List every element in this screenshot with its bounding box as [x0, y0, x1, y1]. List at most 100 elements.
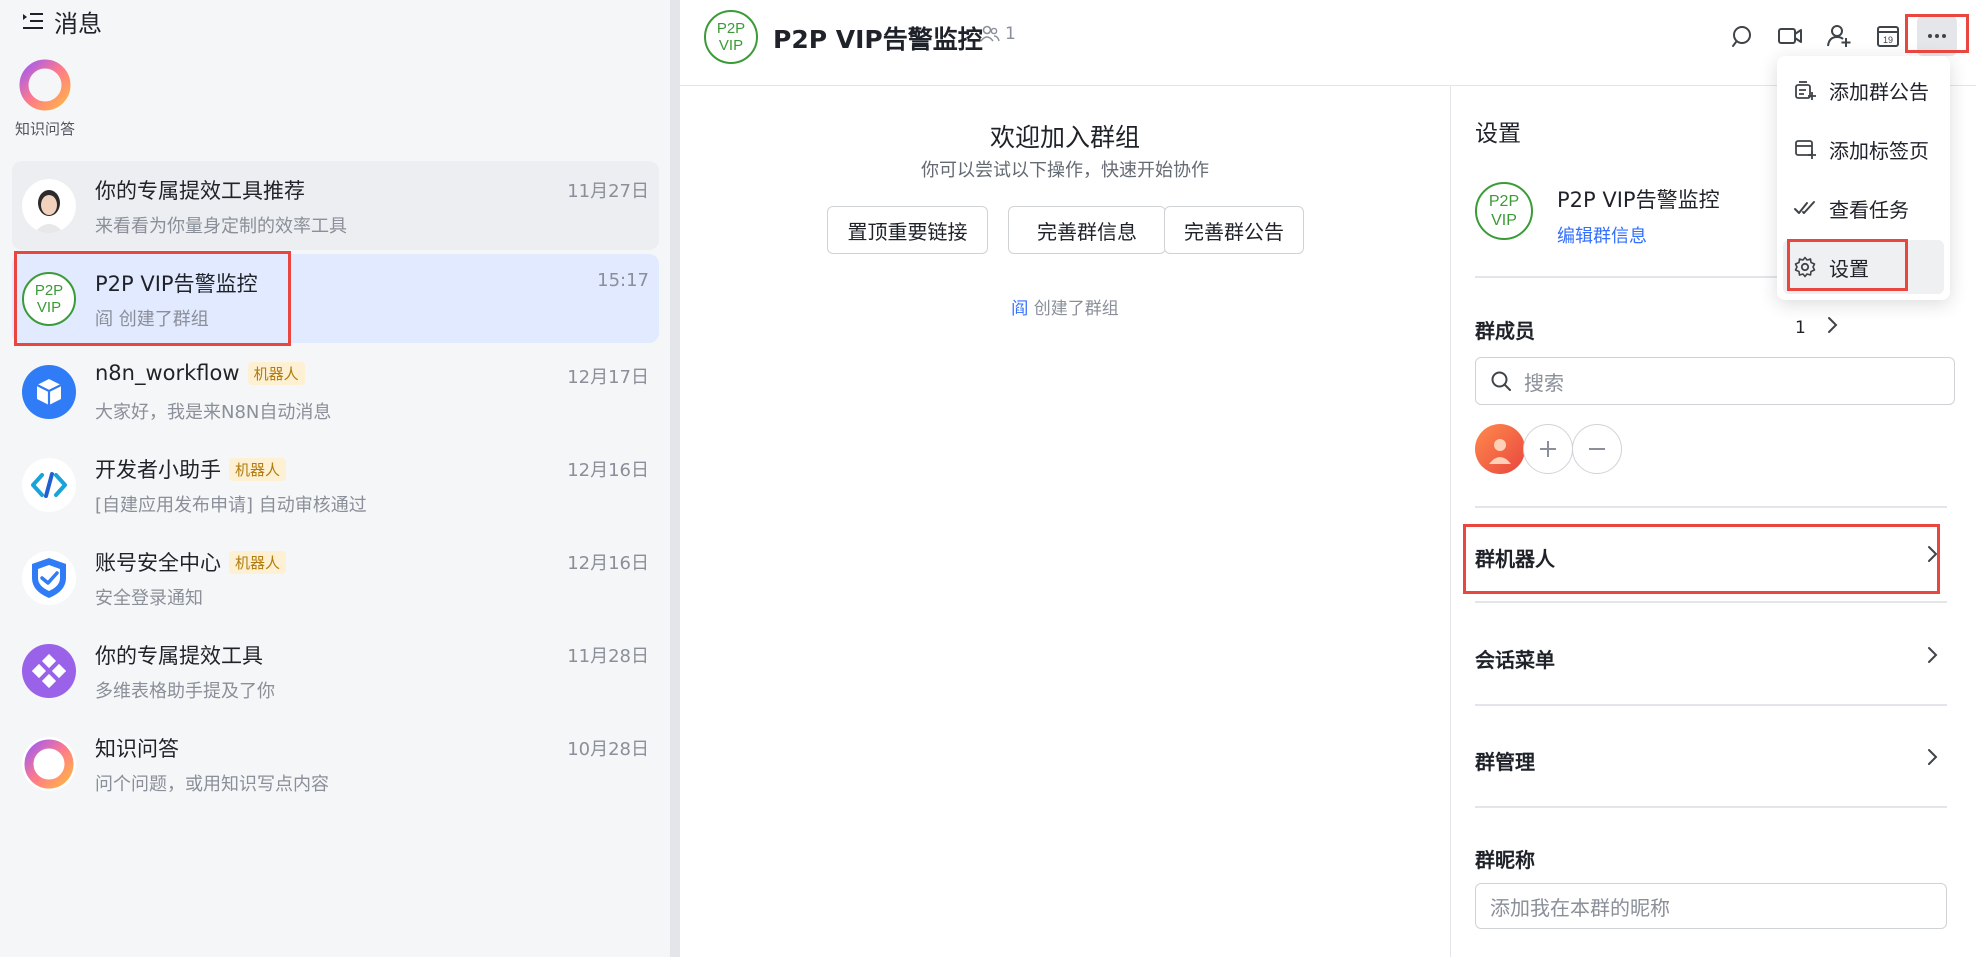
knowledge-qa-avatar [22, 737, 76, 791]
chat-item-p2p-vip-alert[interactable]: P2P VIP P2P VIP告警监控 阎 创建了群组 15:17 [12, 254, 659, 343]
system-message-user[interactable]: 阎 [1011, 299, 1028, 319]
double-check-icon [1794, 201, 1815, 214]
chat-item-tool-recommend[interactable]: 你的专属提效工具推荐 来看看为你量身定制的效率工具 11月27日 [12, 161, 659, 250]
calendar-button[interactable]: 19 [1868, 16, 1908, 56]
menu-item-add-announcement[interactable]: 添加群公告 [1783, 63, 1944, 117]
pin-links-button[interactable]: 置顶重要链接 [827, 206, 988, 254]
complete-group-info-button[interactable]: 完善群信息 [1008, 206, 1166, 254]
member-avatar[interactable] [1475, 424, 1525, 474]
chat-time: 12月16日 [567, 460, 649, 481]
chat-preview: [自建应用发布申请] 自动审核通过 [95, 495, 367, 516]
bot-tag: 机器人 [229, 550, 287, 574]
chat-item-n8n-workflow[interactable]: n8n_workflow 机器人 大家好，我是来N8N自动消息 12月17日 [12, 347, 659, 436]
add-tab-icon [1795, 140, 1816, 159]
pane-divider[interactable] [670, 0, 680, 957]
divider [1475, 806, 1947, 808]
chat-time: 10月28日 [567, 739, 649, 760]
nickname-input[interactable]: 添加我在本群的昵称 [1475, 883, 1947, 929]
add-member-button[interactable] [1819, 16, 1859, 56]
video-call-button[interactable] [1770, 16, 1810, 56]
chat-name: 知识问答 [95, 737, 179, 761]
chat-preview: 问个问题，或用知识写点内容 [95, 774, 329, 795]
menu-item-add-tab[interactable]: 添加标签页 [1783, 122, 1944, 176]
group-avatar[interactable]: P2P VIP [704, 10, 758, 64]
chat-title: P2P VIP告警监控 [773, 25, 983, 54]
calendar-day: 19 [1883, 35, 1893, 45]
avatar-text-line1: P2P [1488, 193, 1520, 210]
welcome-area: 欢迎加入群组 你可以尝试以下操作，快速开始协作 置顶重要链接 完善群信息 完善群… [680, 86, 1450, 957]
nickname-label: 群昵称 [1475, 848, 1535, 872]
chat-time: 12月16日 [567, 553, 649, 574]
chevron-right-icon[interactable] [1821, 314, 1843, 336]
member-search-input[interactable]: 搜索 [1475, 357, 1955, 405]
menu-item-label: 添加群公告 [1829, 79, 1929, 104]
complete-announcement-button[interactable]: 完善群公告 [1164, 206, 1304, 254]
chat-item-account-security[interactable]: 账号安全中心 机器人 安全登录通知 12月16日 [12, 533, 659, 622]
chat-name: 你的专属提效工具推荐 [95, 179, 305, 203]
chat-item-knowledge-qa[interactable]: 知识问答 问个问题，或用知识写点内容 10月28日 [12, 719, 659, 808]
chevron-right-icon [1928, 647, 1938, 663]
chat-preview: 多维表格助手提及了你 [95, 681, 275, 702]
members-label: 群成员 [1475, 319, 1535, 343]
member-count-badge[interactable]: 1 [980, 24, 1016, 44]
avatar-text-line2: VIP [1491, 212, 1517, 229]
announcement-icon [1795, 81, 1816, 100]
video-camera-icon [1778, 28, 1802, 44]
settings-title: 设置 [1475, 121, 1521, 147]
chat-time: 11月27日 [567, 181, 649, 202]
menu-item-settings[interactable]: 设置 [1783, 240, 1944, 294]
divider [1475, 704, 1947, 706]
group-avatar: P2P VIP [1475, 182, 1533, 240]
search-placeholder: 搜索 [1524, 370, 1564, 395]
chat-name: 账号安全中心 [95, 551, 221, 575]
avatar-text-line2: VIP [36, 299, 62, 316]
system-message: 阎 创建了群组 [680, 294, 1450, 319]
pinned-label: 知识问答 [14, 120, 75, 138]
more-options-button[interactable] [1917, 16, 1957, 56]
members-count: 1 [1795, 318, 1806, 338]
minus-icon [1589, 448, 1605, 450]
cube-bot-avatar [22, 365, 76, 419]
chat-item-developer-assistant[interactable]: 开发者小助手 机器人 [自建应用发布申请] 自动审核通过 12月16日 [12, 440, 659, 529]
chat-avatar [22, 179, 76, 233]
system-message-text: 创建了群组 [1028, 299, 1119, 319]
edit-group-info-link[interactable]: 编辑群信息 [1557, 222, 1647, 248]
plus-icon [1540, 441, 1556, 457]
chat-name: n8n_workflow [95, 361, 240, 385]
chat-name: P2P VIP告警监控 [95, 272, 258, 296]
more-dots-icon [1928, 34, 1946, 38]
chat-name: 你的专属提效工具 [95, 644, 263, 668]
welcome-heading: 欢迎加入群组 [989, 123, 1140, 152]
chat-item-efficiency-tools[interactable]: 你的专属提效工具 多维表格助手提及了你 11月28日 [12, 626, 659, 715]
chat-time: 12月17日 [567, 367, 649, 388]
group-bots-label: 群机器人 [1475, 547, 1555, 571]
avatar-text-line2: VIP [718, 37, 744, 54]
avatar-text-line1: P2P [34, 282, 64, 299]
sidebar-toggle-icon[interactable] [22, 12, 44, 30]
menu-item-label: 设置 [1829, 256, 1869, 281]
chevron-right-icon [1928, 749, 1938, 765]
chat-time: 11月28日 [567, 646, 649, 667]
member-count: 1 [1005, 24, 1016, 44]
chat-preview: 阎 创建了群组 [95, 309, 209, 330]
user-silhouette-icon [1489, 439, 1511, 464]
bot-tag: 机器人 [247, 361, 305, 385]
chat-preview: 大家好，我是来N8N自动消息 [95, 402, 332, 423]
menu-item-label: 添加标签页 [1829, 138, 1929, 163]
knowledge-qa-icon [19, 59, 71, 111]
group-name: P2P VIP告警监控 [1557, 188, 1720, 212]
chat-list-panel: 消息 知识问答 你的专属提效工具推荐 来看看为你量身定制的效率工具 11月27日… [0, 0, 670, 957]
pinned-knowledge-qa[interactable]: 知识问答 [12, 58, 78, 139]
add-user-icon [1827, 25, 1851, 47]
add-member-circle-button[interactable] [1523, 424, 1573, 474]
search-chat-button[interactable] [1722, 16, 1762, 56]
welcome-subheading: 你可以尝试以下操作，快速开始协作 [921, 160, 1209, 181]
chat-menu-label: 会话菜单 [1475, 648, 1555, 672]
divider [1475, 506, 1947, 508]
chat-name: 开发者小助手 [95, 458, 221, 482]
search-icon [1491, 371, 1511, 391]
chat-preview: 来看看为你量身定制的效率工具 [95, 216, 347, 237]
gear-icon [1794, 256, 1816, 278]
menu-item-view-tasks[interactable]: 查看任务 [1783, 181, 1944, 235]
remove-member-circle-button[interactable] [1572, 424, 1622, 474]
